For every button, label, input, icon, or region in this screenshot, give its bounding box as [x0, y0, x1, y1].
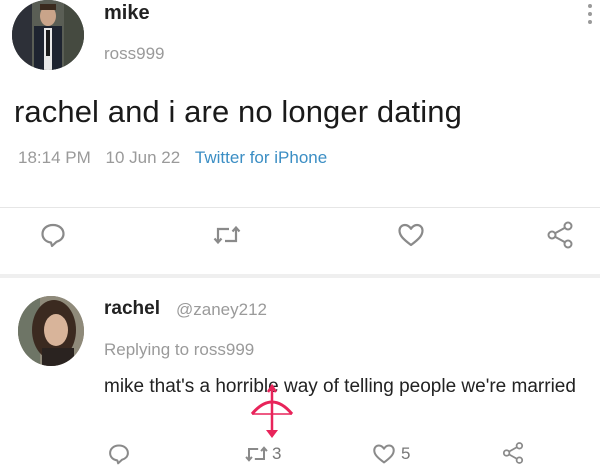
- divider: [0, 274, 600, 278]
- retweet-icon[interactable]: [244, 443, 269, 465]
- bow-arrow-watermark-icon: [244, 383, 300, 445]
- heart-icon[interactable]: [397, 222, 425, 248]
- tweet-meta: 18:14 PM 10 Jun 22 Twitter for iPhone: [18, 148, 327, 168]
- reply-text: mike that's a horrible way of telling pe…: [104, 376, 576, 397]
- reply-icon[interactable]: [40, 222, 66, 248]
- avatar-mike[interactable]: [12, 0, 84, 70]
- divider: [0, 207, 600, 208]
- replying-to[interactable]: Replying to ross999: [104, 340, 254, 360]
- retweet-count: 3: [272, 444, 282, 463]
- more-icon[interactable]: [588, 4, 594, 28]
- retweet-icon[interactable]: [212, 222, 242, 248]
- author-handle[interactable]: ross999: [104, 44, 164, 64]
- tweet-text: rachel and i are no longer dating: [14, 94, 462, 129]
- avatar-rachel[interactable]: [18, 296, 84, 366]
- tweet-date: 10 Jun 22: [105, 148, 181, 167]
- share-icon[interactable]: [501, 441, 525, 465]
- reply-icon[interactable]: [108, 443, 130, 465]
- share-icon[interactable]: [545, 220, 575, 250]
- tweet-source-link[interactable]: Twitter for iPhone: [195, 148, 327, 167]
- like-count: 5: [401, 444, 411, 463]
- heart-icon[interactable]: [372, 443, 396, 465]
- reply-author-name[interactable]: rachel: [104, 298, 160, 320]
- tweet-time: 18:14 PM: [18, 148, 91, 167]
- reply-author-handle[interactable]: @zaney212: [176, 300, 267, 320]
- author-name[interactable]: mike: [104, 2, 150, 25]
